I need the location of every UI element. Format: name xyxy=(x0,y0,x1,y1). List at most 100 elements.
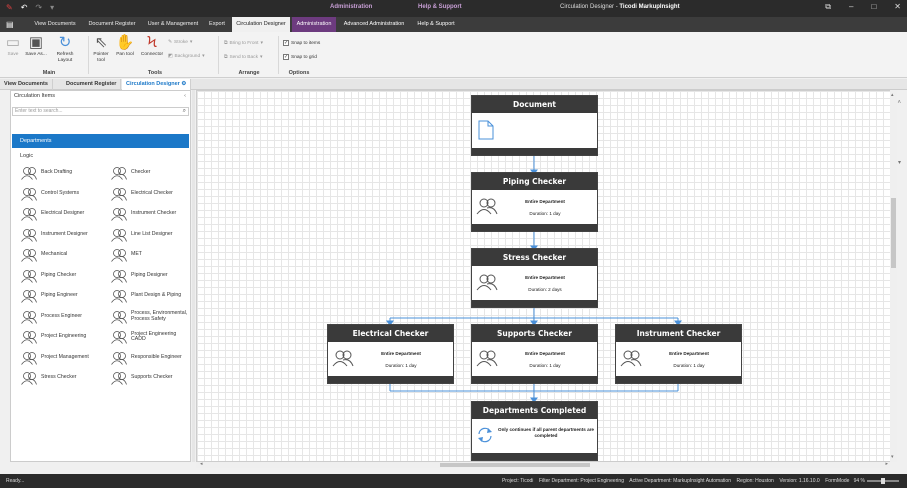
department-item[interactable]: Stress Checker xyxy=(21,371,101,385)
horizontal-scroll-thumb[interactable] xyxy=(440,463,590,467)
tab-advanced-administration[interactable]: Advanced Administration xyxy=(338,17,410,32)
tab-export[interactable]: Export xyxy=(205,17,229,32)
scroll-down-icon[interactable]: ▾ xyxy=(891,454,894,460)
customize-quick-access-icon[interactable]: ▾ xyxy=(50,3,54,12)
department-item[interactable]: Electrical Designer xyxy=(21,207,101,221)
department-people-icon xyxy=(21,290,37,303)
connector-button[interactable]: Ϟ Connector xyxy=(139,35,165,58)
department-item-label: Checker xyxy=(131,169,151,176)
status-bar: Ready... Project: Ticodi Filter Departme… xyxy=(0,474,907,488)
department-item[interactable]: Piping Designer xyxy=(111,269,191,283)
tab-circulation-designer[interactable]: Circulation Designer xyxy=(232,17,290,32)
node-departments-completed[interactable]: Departments Completed Only continues if … xyxy=(471,401,598,461)
pan-tool-button[interactable]: ✋ Pan tool xyxy=(114,35,136,58)
tab-help-support[interactable]: Help & Support xyxy=(414,17,458,32)
department-item[interactable]: Project Engineering xyxy=(21,330,101,344)
node-electrical-checker[interactable]: Electrical Checker Entire Department Dur… xyxy=(327,324,454,384)
department-item[interactable]: Project Engineering CADD xyxy=(111,330,191,344)
tab-view-documents[interactable]: View Documents xyxy=(30,17,80,32)
pointer-tool-button[interactable]: ⇖ Pointer tool xyxy=(92,35,110,63)
zoom-slider-thumb[interactable] xyxy=(881,478,885,484)
scroll-up-icon[interactable]: ▴ xyxy=(891,92,894,98)
tab-document-register[interactable]: Document Register xyxy=(84,17,140,32)
department-people-icon xyxy=(21,208,37,221)
tab-administration[interactable]: Administration xyxy=(292,17,336,32)
undo-icon[interactable]: ↶ xyxy=(21,3,28,12)
maximize-button[interactable]: □ xyxy=(871,2,876,12)
ribbon-separator xyxy=(88,36,89,74)
department-item[interactable]: Piping Engineer xyxy=(21,289,101,303)
category-logic[interactable]: Logic xyxy=(12,150,189,162)
search-placeholder: Enter text to search... xyxy=(15,108,63,114)
department-item[interactable]: Project Management xyxy=(21,351,101,365)
department-item[interactable]: MET xyxy=(111,248,191,262)
department-item[interactable]: Mechanical xyxy=(21,248,101,262)
department-people-icon xyxy=(21,228,37,242)
department-item[interactable]: Process, Environmental, Process Safety xyxy=(111,310,191,324)
background-label: Background xyxy=(174,54,201,59)
window-title: Circulation Designer - Ticodi MarkupInsi… xyxy=(560,4,680,10)
close-button[interactable]: ✕ xyxy=(894,2,901,12)
splitter[interactable] xyxy=(192,90,195,462)
department-item[interactable]: Back Drafting xyxy=(21,166,101,180)
doctab-document-register[interactable]: Document Register xyxy=(62,79,122,90)
department-item[interactable]: Checker xyxy=(111,166,191,180)
scroll-left-icon[interactable]: ◂ xyxy=(200,461,203,467)
department-item[interactable]: Supports Checker xyxy=(111,371,191,385)
sync-logic-icon xyxy=(478,427,492,443)
vertical-scrollbar[interactable]: ▴ ▾ xyxy=(890,90,897,462)
search-input[interactable]: Enter text to search... ⌕ xyxy=(12,107,189,116)
diagram-canvas[interactable]: Document Piping Checker Entire Departmen… xyxy=(196,90,897,462)
department-item[interactable]: Process Engineer xyxy=(21,310,101,324)
node-supports-checker[interactable]: Supports Checker Entire Department Durat… xyxy=(471,324,598,384)
tab-list-chevron-icon[interactable]: ▾ xyxy=(898,159,901,166)
doctab-circulation-designer[interactable]: Circulation Designer ⚙ xyxy=(122,79,192,90)
node-scope: Entire Department xyxy=(525,351,565,356)
doctab-view-documents[interactable]: View Documents xyxy=(0,79,53,90)
vertical-scroll-thumb[interactable] xyxy=(891,198,896,268)
file-menu-icon[interactable]: ▤ xyxy=(6,20,16,29)
redo-icon[interactable]: ↷ xyxy=(35,3,42,12)
stroke-dropdown[interactable]: ✎ Stroke ▾ xyxy=(168,40,192,45)
save-button[interactable]: ▭ Save xyxy=(5,35,21,58)
department-item[interactable]: Instrument Designer xyxy=(21,228,101,242)
refresh-layout-button[interactable]: ↻ Refresh Layout xyxy=(52,35,78,63)
node-duration: Duration: 1 day xyxy=(529,211,561,216)
save-as-button[interactable]: ▣ Save As... xyxy=(24,35,48,58)
status-version: Version: 1.16.10.0 xyxy=(779,478,820,484)
node-stress-checker[interactable]: Stress Checker Entire Department Duratio… xyxy=(471,248,598,308)
collapse-ribbon-icon[interactable]: ˄ xyxy=(897,100,901,106)
department-people-icon xyxy=(111,310,127,324)
scroll-right-icon[interactable]: ▸ xyxy=(885,461,888,467)
snap-to-items-checkbox[interactable]: ✓ Snap to items xyxy=(283,40,320,46)
bring-to-front-button[interactable]: ⧉ Bring to Front ▾ xyxy=(224,40,263,47)
snap-to-grid-checkbox[interactable]: ✓ Snap to grid xyxy=(283,54,317,60)
check-icon: ✓ xyxy=(283,40,289,46)
department-item[interactable]: Line List Designer xyxy=(111,228,191,242)
department-item[interactable]: Instrument Checker xyxy=(111,207,191,221)
chevron-down-icon: ▾ xyxy=(189,40,193,45)
node-footer xyxy=(616,376,741,383)
department-item[interactable]: Electrical Checker xyxy=(111,187,191,201)
tab-user-management[interactable]: User & Management xyxy=(143,17,203,32)
background-dropdown[interactable]: ◩ Background ▾ xyxy=(168,54,205,59)
ribbon-separator xyxy=(218,36,219,74)
close-tab-icon[interactable]: ⚙ xyxy=(181,81,186,87)
collapse-panel-icon[interactable]: ‹ xyxy=(184,91,186,101)
send-to-back-button[interactable]: ⧉ Send to Back ▾ xyxy=(224,54,262,61)
department-item[interactable]: Plant Design & Piping xyxy=(111,289,191,303)
node-piping-checker[interactable]: Piping Checker Entire Department Duratio… xyxy=(471,172,598,232)
department-item[interactable]: Responsible Engineer xyxy=(111,351,191,365)
department-item[interactable]: Piping Checker xyxy=(21,269,101,283)
status-region: Region: Houston xyxy=(736,478,774,484)
category-departments[interactable]: Departments xyxy=(12,134,189,148)
node-document[interactable]: Document xyxy=(471,95,598,156)
window-title-prefix: Circulation Designer - xyxy=(560,4,620,10)
panel-header: Circulation Items ‹ xyxy=(11,91,190,101)
pan-tool-label: Pan tool xyxy=(116,52,134,57)
minimize-button[interactable]: – xyxy=(849,2,853,12)
restore-icon[interactable]: ⧉ xyxy=(825,2,831,12)
search-icon[interactable]: ⌕ xyxy=(183,108,186,115)
node-instrument-checker[interactable]: Instrument Checker Entire Department Dur… xyxy=(615,324,742,384)
department-item[interactable]: Control Systems xyxy=(21,187,101,201)
